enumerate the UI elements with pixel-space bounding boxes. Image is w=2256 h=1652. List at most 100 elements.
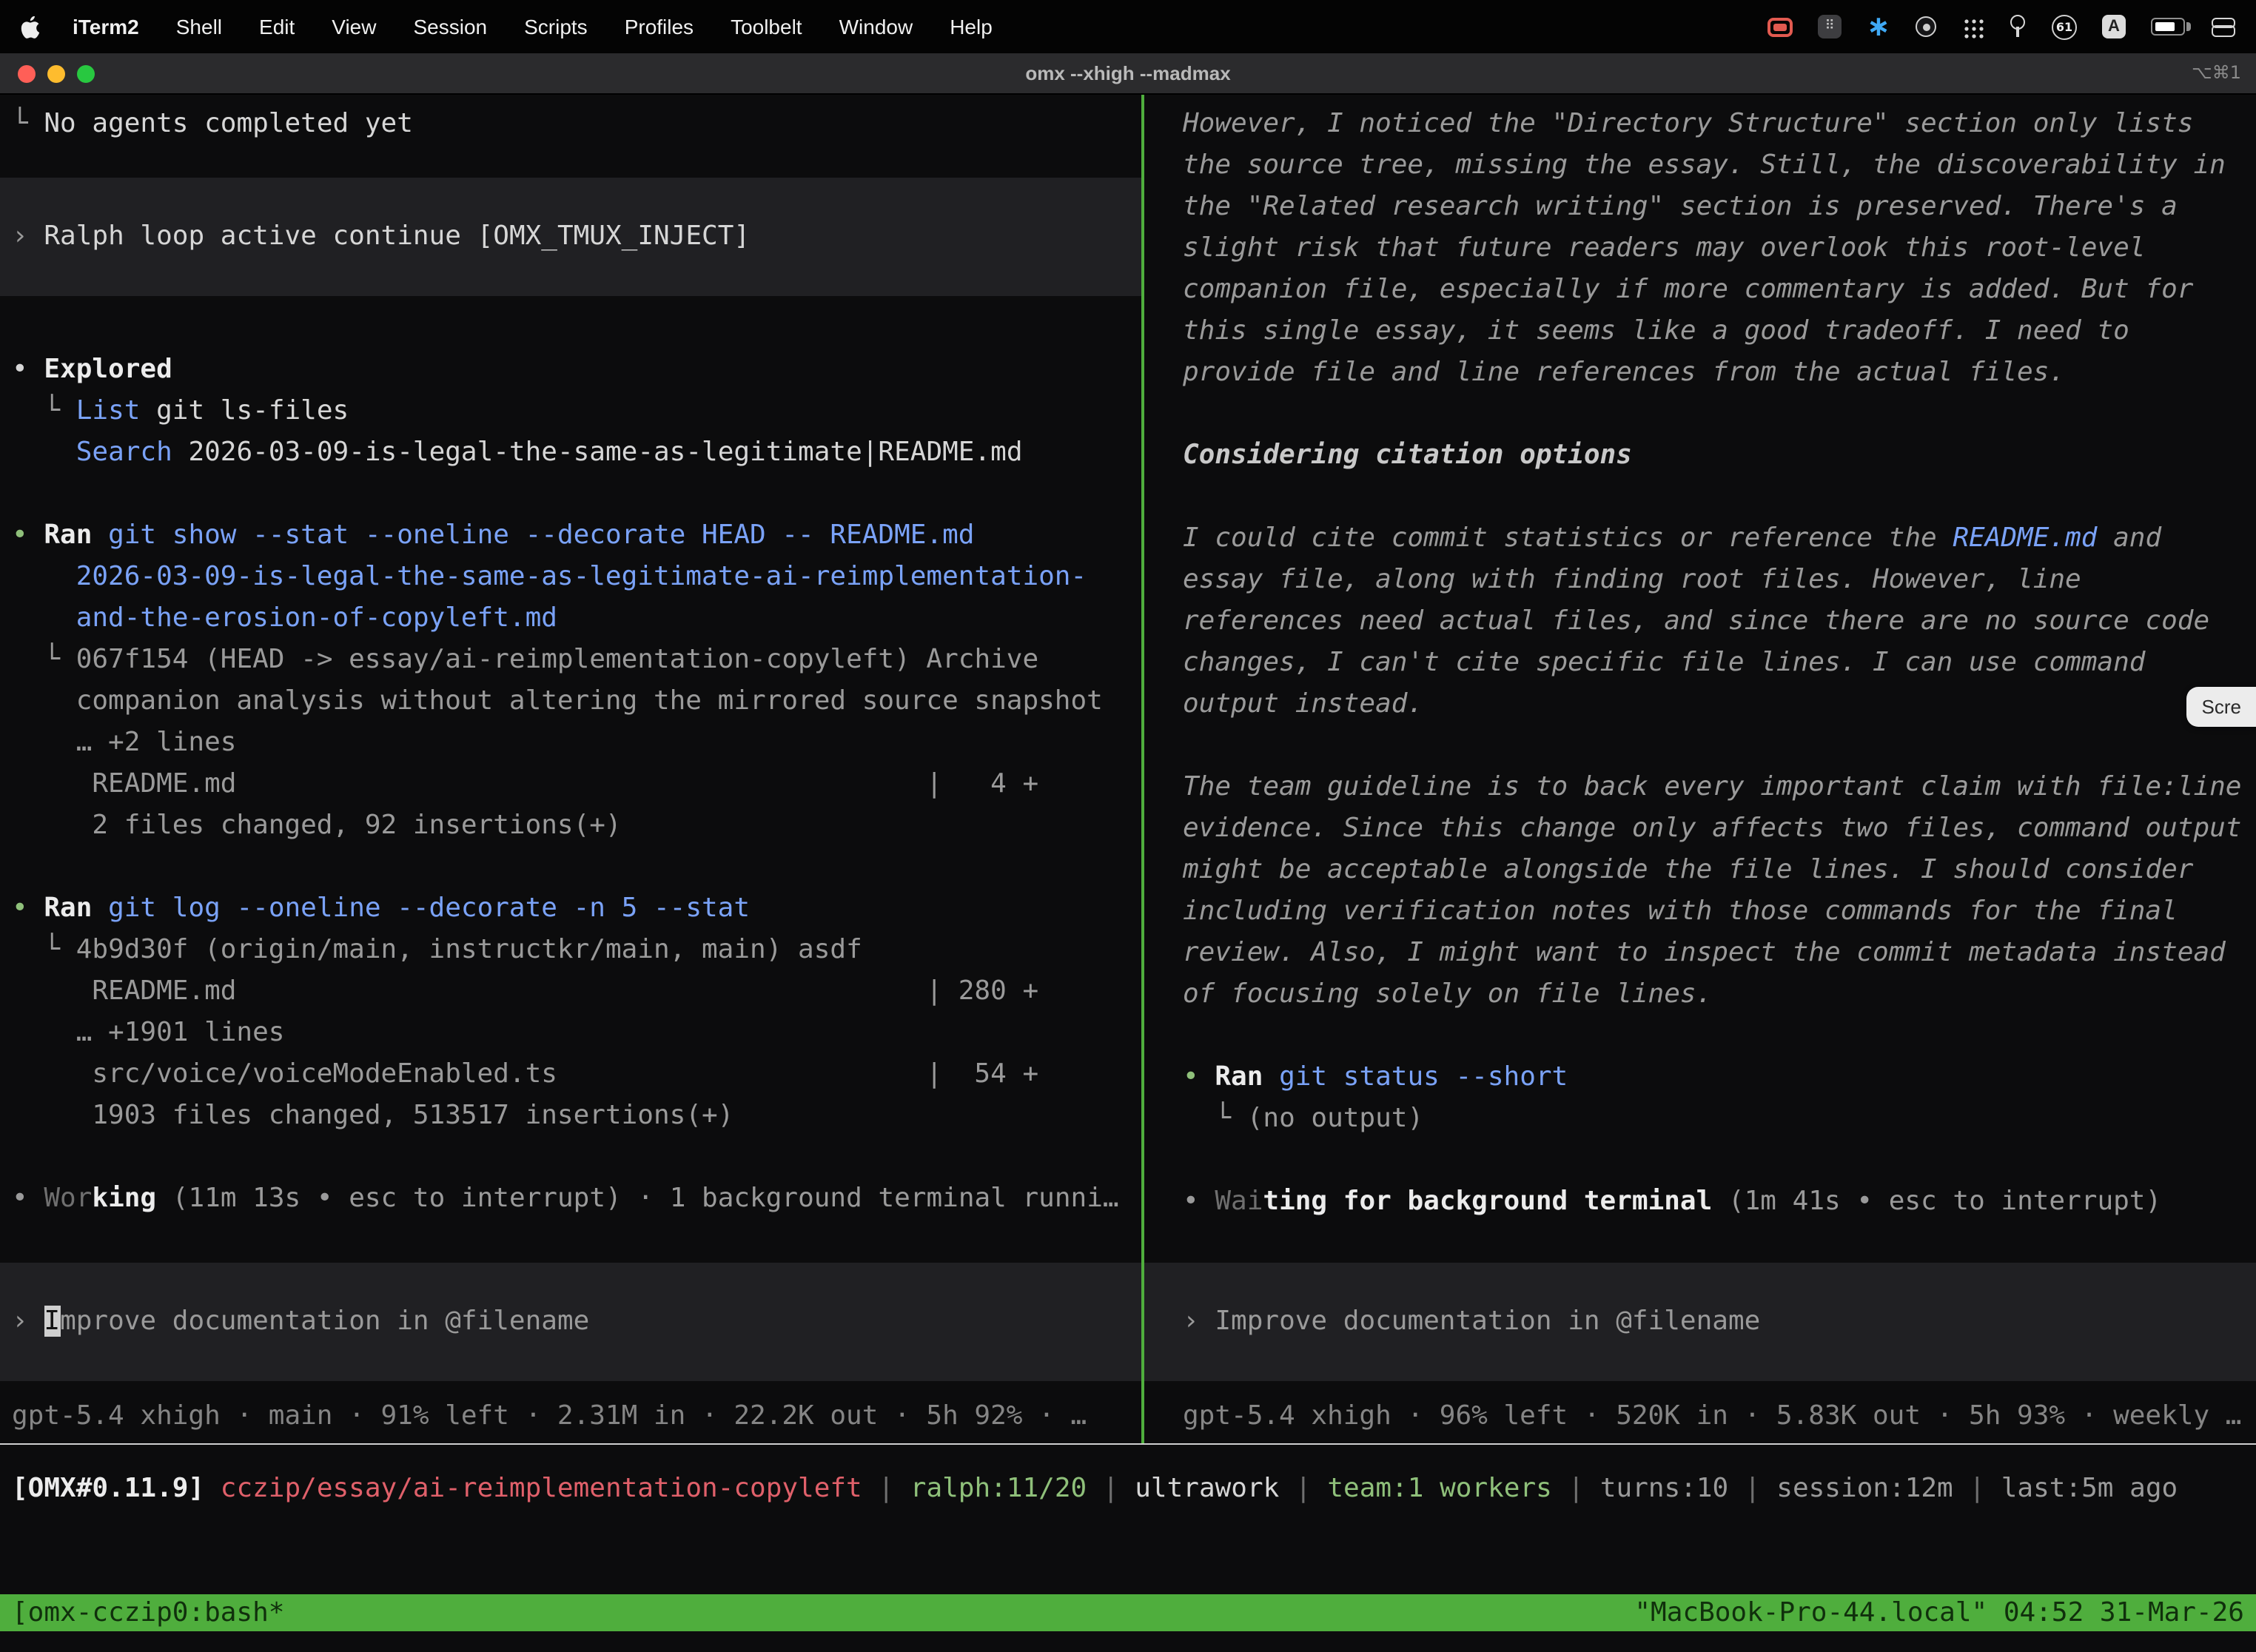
- prompt-line: › Improve documentation in @filename: [1144, 1301, 2256, 1343]
- menu-item-scripts[interactable]: Scripts: [524, 15, 588, 38]
- terminal-line: might be acceptable alongside the file l…: [1144, 850, 2256, 891]
- terminal-line: • Ran git show --stat --oneline --decora…: [0, 515, 1141, 557]
- screen: iTerm2 Shell Edit View Session Scripts Profile…: [0, 0, 2256, 1652]
- tmux-session-label: [omx-cczip0:bash*: [12, 1594, 284, 1631]
- terminal-line: 2026-03-09-is-legal-the-same-as-legitima…: [0, 557, 1141, 598]
- terminal-line: › Ralph loop active continue [OMX_TMUX_I…: [0, 216, 1141, 258]
- window-titlebar[interactable]: omx --xhigh --madmax ⌥⌘1: [0, 53, 2256, 95]
- left-prompt-input[interactable]: › Improve documentation in @filename: [0, 1263, 1141, 1381]
- spacer: [0, 296, 1141, 349]
- dot-grid-icon[interactable]: [1961, 16, 1984, 38]
- terminal-line: this single essay, it seems like a good …: [1144, 311, 2256, 352]
- notification-text: Scre: [2202, 696, 2241, 718]
- menu-item-profiles[interactable]: Profiles: [625, 15, 694, 38]
- terminal-line: companion analysis without altering the …: [0, 681, 1141, 722]
- menu-item-view[interactable]: View: [332, 15, 376, 38]
- model-status-line: gpt-5.4 xhigh · main · 91% left · 2.31M …: [0, 1396, 1141, 1437]
- terminal-line: slight risk that future readers may over…: [1144, 228, 2256, 269]
- tmux-status-bar: [omx-cczip0:bash* "MacBook-Pro-44.local"…: [0, 1594, 2256, 1631]
- terminal-line: Search 2026-03-09-is-legal-the-same-as-l…: [0, 432, 1141, 474]
- terminal-line: [1144, 394, 2256, 435]
- terminal-line: and-the-erosion-of-copyleft.md: [0, 598, 1141, 639]
- terminal-line: └ No agents completed yet: [0, 104, 1141, 145]
- terminal-line: └ 4b9d30f (origin/main, instructkr/main,…: [0, 930, 1141, 971]
- zoom-window-button[interactable]: [77, 64, 95, 82]
- terminal-panes: └ No agents completed yet › Ralph loop ac…: [0, 95, 2256, 1443]
- terminal-line: 2 files changed, 92 insertions(+): [0, 805, 1141, 847]
- menu-item-help[interactable]: Help: [950, 15, 993, 38]
- left-pane[interactable]: └ No agents completed yet › Ralph loop ac…: [0, 95, 1141, 1443]
- terminal-line: The team guideline is to back every impo…: [1144, 767, 2256, 808]
- terminal-line: essay file, along with finding root file…: [1144, 560, 2256, 601]
- key-icon[interactable]: [2009, 15, 2027, 38]
- terminal-line: [1144, 725, 2256, 767]
- terminal-line: 1903 files changed, 513517 insertions(+): [0, 1095, 1141, 1137]
- menu-item-shell[interactable]: Shell: [176, 15, 222, 38]
- terminal-line: • Explored: [0, 349, 1141, 391]
- ralph-loop-banner: › Ralph loop active continue [OMX_TMUX_I…: [0, 178, 1141, 296]
- terminal-line: └ List git ls-files: [0, 391, 1141, 432]
- terminal-line: I could cite commit statistics or refere…: [1144, 518, 2256, 560]
- bottom-gap: [0, 1631, 2256, 1652]
- menu-item-window[interactable]: Window: [839, 15, 913, 38]
- terminal-line: [1144, 1015, 2256, 1057]
- menubar-items: iTerm2 Shell Edit View Session Scripts Profile…: [73, 15, 993, 38]
- terminal-line: … +2 lines: [0, 722, 1141, 764]
- terminal-line: provide file and line references from th…: [1144, 352, 2256, 394]
- menu-item-iterm2[interactable]: iTerm2: [73, 15, 139, 38]
- terminal-line: • Ran git status --short: [1144, 1057, 2256, 1098]
- window-shortcut-hint: ⌥⌘1: [2192, 53, 2241, 93]
- gauge-icon[interactable]: 61: [2052, 14, 2077, 39]
- apple-menu-icon[interactable]: [21, 16, 40, 38]
- terminal-line: src/voice/voiceModeEnabled.ts | 54 +: [0, 1054, 1141, 1095]
- terminal-line: output instead.: [1144, 684, 2256, 725]
- screen-recording-icon[interactable]: [1767, 17, 1793, 36]
- menu-item-session[interactable]: Session: [413, 15, 487, 38]
- terminal-line: README.md | 280 +: [0, 971, 1141, 1013]
- terminal-line: • Waiting for background terminal (1m 41…: [1144, 1181, 2256, 1223]
- minimize-window-button[interactable]: [47, 64, 65, 82]
- model-status-line: gpt-5.4 xhigh · 96% left · 520K in · 5.8…: [1144, 1396, 2256, 1437]
- terminal-line: However, I noticed the "Directory Struct…: [1144, 104, 2256, 145]
- terminal-line: companion file, especially if more comme…: [1144, 269, 2256, 311]
- terminal-line: changes, I can't cite specific file line…: [1144, 642, 2256, 684]
- close-window-button[interactable]: [18, 64, 36, 82]
- terminal-line: • Working (11m 13s • esc to interrupt) ·…: [0, 1178, 1141, 1220]
- terminal-line: evidence. Since this change only affects…: [1144, 808, 2256, 850]
- terminal-line: … +1901 lines: [0, 1013, 1141, 1054]
- macos-menubar: iTerm2 Shell Edit View Session Scripts Profile…: [0, 0, 2256, 53]
- screen-share-notification[interactable]: Scre: [2187, 687, 2256, 727]
- terminal-line: └ (no output): [1144, 1098, 2256, 1140]
- terminal-line: • Ran git log --oneline --decorate -n 5 …: [0, 888, 1141, 930]
- omx-status-bar: [OMX#0.11.9] cczip/essay/ai-reimplementa…: [0, 1443, 2256, 1594]
- app-grid-icon[interactable]: ⠿: [1818, 15, 1842, 38]
- tmux-host-clock: "MacBook-Pro-44.local" 04:52 31-Mar-26: [1634, 1594, 2244, 1631]
- control-center-icon[interactable]: [2210, 16, 2235, 38]
- menu-item-edit[interactable]: Edit: [259, 15, 295, 38]
- terminal-line: the source tree, missing the essay. Stil…: [1144, 145, 2256, 187]
- blue-spark-icon[interactable]: ∗: [1867, 15, 1890, 38]
- right-pane[interactable]: However, I noticed the "Directory Struct…: [1144, 95, 2256, 1443]
- terminal-line: [1144, 477, 2256, 518]
- terminal-line: the "Related research writing" section i…: [1144, 187, 2256, 228]
- terminal-line: [1144, 1140, 2256, 1181]
- terminal-line: [0, 1137, 1141, 1178]
- terminal-line: README.md | 4 +: [0, 764, 1141, 805]
- omx-status-line: [OMX#0.11.9] cczip/essay/ai-reimplementa…: [0, 1468, 2256, 1510]
- terminal-line: of focusing solely on file lines.: [1144, 974, 2256, 1015]
- terminal-line: references need actual files, and since …: [1144, 601, 2256, 642]
- window-title: omx --xhigh --madmax: [0, 53, 2256, 93]
- battery-icon[interactable]: [2151, 18, 2185, 36]
- dark-circle-app-icon[interactable]: [1916, 16, 1936, 37]
- text-cursor: I: [44, 1306, 60, 1337]
- right-prompt-input[interactable]: › Improve documentation in @filename: [1144, 1263, 2256, 1381]
- terminal-line: [0, 474, 1141, 515]
- terminal-line: Considering citation options: [1144, 435, 2256, 477]
- menubar-status-icons: ⠿ ∗ 61 A: [1767, 14, 2235, 39]
- terminal-line: including verification notes with those …: [1144, 891, 2256, 933]
- terminal-line: [0, 847, 1141, 888]
- traffic-lights: [18, 64, 95, 82]
- menu-item-toolbelt[interactable]: Toolbelt: [731, 15, 802, 38]
- input-source-icon[interactable]: A: [2102, 15, 2126, 38]
- terminal-line: review. Also, I might want to inspect th…: [1144, 933, 2256, 974]
